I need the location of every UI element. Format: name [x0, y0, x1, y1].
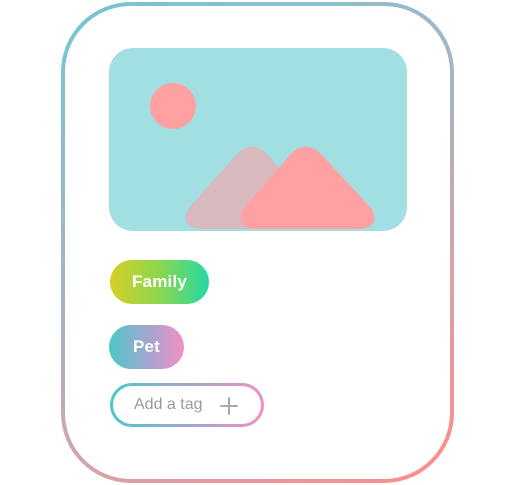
add-tag-input[interactable]: Add a tag — [110, 383, 264, 427]
tag-label: Pet — [132, 337, 161, 356]
image-placeholder-icon — [109, 48, 407, 231]
tag-family[interactable]: Family — [110, 260, 209, 304]
tag-label: Family — [131, 272, 188, 291]
image-placeholder[interactable] — [109, 48, 407, 231]
plus-icon[interactable] — [220, 397, 238, 415]
add-tag-placeholder: Add a tag — [134, 396, 203, 413]
tag-pet[interactable]: Pet — [109, 325, 184, 369]
sun-shape — [150, 83, 196, 129]
